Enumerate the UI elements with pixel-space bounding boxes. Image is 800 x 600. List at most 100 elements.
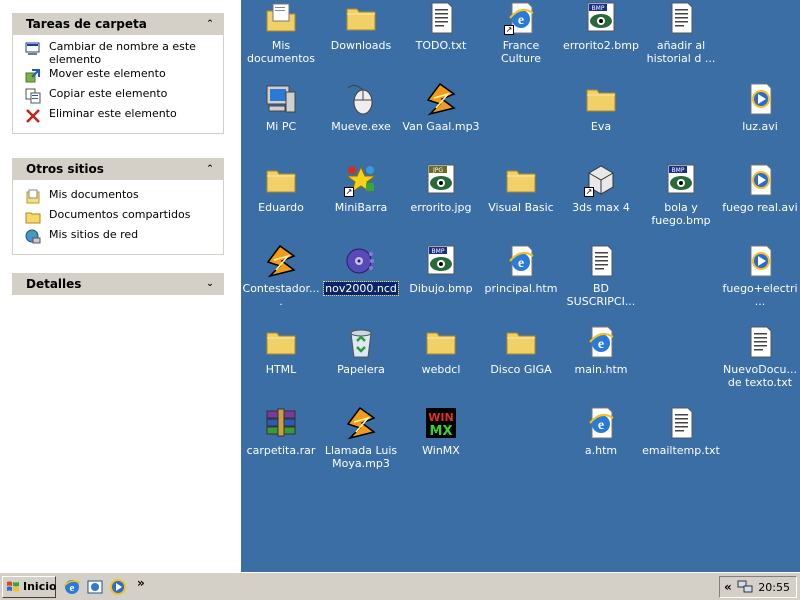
mouse-exe-icon xyxy=(344,82,378,116)
desktop-icon[interactable]: BMP bola y fuego.bmp xyxy=(641,163,721,227)
media-player-icon[interactable] xyxy=(109,578,127,596)
place-shared-documents[interactable]: Documentos compartidos xyxy=(13,208,223,228)
desktop-icon[interactable]: nov2000.ncd xyxy=(321,244,401,296)
desktop-icon[interactable]: Eva xyxy=(561,82,641,133)
text-file-icon xyxy=(743,325,777,359)
folder-icon xyxy=(504,163,538,197)
desktop-icon-label: errorito2.bmp xyxy=(563,39,639,52)
desktop-icon[interactable]: luz.avi xyxy=(720,82,800,133)
other-places-header[interactable]: Otros sitios ⌃ xyxy=(12,158,224,180)
details-header[interactable]: Detalles ⌄ xyxy=(12,273,224,295)
desktop-icon[interactable]: WIN MX WinMX xyxy=(401,406,481,457)
desktop-icon[interactable]: JPG errorito.jpg xyxy=(401,163,481,214)
task-delete[interactable]: Eliminar este elemento xyxy=(13,107,223,127)
details-panel: Detalles ⌄ xyxy=(12,273,224,295)
desktop-icon-label: luz.avi xyxy=(742,120,778,133)
desktop-icon[interactable]: fuego+electri... xyxy=(720,244,800,308)
collapse-icon[interactable]: ⌃ xyxy=(204,163,216,175)
desktop-icon-label: NuevoDocu... de texto.txt xyxy=(723,363,797,389)
desktop-icon-label: emailtemp.txt xyxy=(642,444,720,457)
desktop-icon[interactable]: e main.htm xyxy=(561,325,641,376)
desktop-icon[interactable]: Downloads xyxy=(321,1,401,52)
svg-text:e: e xyxy=(70,582,75,594)
task-pane: Tareas de carpeta ⌃ Cambiar de nombre a … xyxy=(0,0,241,572)
html-file-icon: e ↗ xyxy=(504,1,538,35)
desktop-icon[interactable]: Eduardo xyxy=(241,163,321,214)
winamp-file-icon xyxy=(344,406,378,440)
desktop-icon[interactable]: NuevoDocu... de texto.txt xyxy=(720,325,800,389)
desktop-icon-label: carpetita.rar xyxy=(246,444,316,457)
system-tray: « 20:55 xyxy=(719,576,797,598)
folder-tasks-header[interactable]: Tareas de carpeta ⌃ xyxy=(12,13,224,35)
winmx-icon: WIN MX xyxy=(424,406,458,440)
desktop-icon[interactable]: Visual Basic xyxy=(481,163,561,214)
task-rename-label: Cambiar de nombre a este elemento xyxy=(49,40,196,66)
video-file-icon xyxy=(743,244,777,278)
ie-icon[interactable]: e xyxy=(63,578,81,596)
my-documents-icon xyxy=(26,189,40,204)
desktop-icon-label: principal.htm xyxy=(484,282,558,295)
desktop-icon[interactable]: HTML xyxy=(241,325,321,376)
desktop-icon-label: main.htm xyxy=(574,363,628,376)
winamp-file-icon xyxy=(424,82,458,116)
desktop-icon[interactable]: TODO.txt xyxy=(401,1,481,52)
desktop-icon[interactable]: BD SUSCRIPCI... xyxy=(561,244,641,308)
place-network[interactable]: Mis sitios de red xyxy=(13,228,223,248)
expand-icon[interactable]: ⌄ xyxy=(204,278,216,290)
desktop-icon[interactable]: fuego real.avi xyxy=(720,163,800,214)
desktop-icon[interactable]: BMP errorito2.bmp xyxy=(561,1,641,52)
folder-tasks-list: Cambiar de nombre a este elemento Mover … xyxy=(12,35,224,134)
desktop-icon-label: WinMX xyxy=(422,444,460,457)
desktop-icon[interactable]: Llamada Luis Moya.mp3 xyxy=(321,406,401,470)
desktop-icon-label: Downloads xyxy=(330,39,392,52)
taskbar: Inicio e » « 20:55 xyxy=(0,572,800,600)
task-copy[interactable]: Copiar este elemento xyxy=(13,87,223,107)
desktop-icon[interactable]: Mi PC xyxy=(241,82,321,133)
svg-text:JPG: JPG xyxy=(432,167,443,174)
desktop-icon[interactable]: Papelera xyxy=(321,325,401,376)
bitmap-file-icon: BMP xyxy=(584,1,618,35)
svg-text:WIN: WIN xyxy=(428,411,453,424)
bitmap-file-icon: BMP xyxy=(664,163,698,197)
quick-launch-overflow[interactable]: » xyxy=(137,576,145,590)
desktop-icon[interactable]: e principal.htm xyxy=(481,244,561,295)
desktop-icon[interactable]: añadir al historial d ... xyxy=(641,1,721,65)
desktop-icon[interactable]: carpetita.rar xyxy=(241,406,321,457)
nero-cd-icon xyxy=(344,244,378,278)
desktop-icon[interactable]: Contestador.... xyxy=(241,244,321,308)
desktop-icon[interactable]: Mueve.exe xyxy=(321,82,401,133)
desktop-icon[interactable]: e a.htm xyxy=(561,406,641,457)
desktop-icon-label: Mis documentos xyxy=(247,39,315,65)
text-file-icon xyxy=(584,244,618,278)
desktop-icon[interactable]: emailtemp.txt xyxy=(641,406,721,457)
move-icon xyxy=(25,69,40,83)
svg-text:e: e xyxy=(598,337,604,352)
html-file-icon: e xyxy=(584,325,618,359)
bitmap-file-icon: BMP xyxy=(424,244,458,278)
recycle-bin-icon xyxy=(344,325,378,359)
desktop-icon[interactable]: BMP Dibujo.bmp xyxy=(401,244,481,295)
other-places-title: Otros sitios xyxy=(26,162,104,176)
desktop-icon-label: Visual Basic xyxy=(488,201,554,214)
desktop-icon[interactable]: webdcl xyxy=(401,325,481,376)
svg-text:BMP: BMP xyxy=(432,248,445,255)
tray-expand-button[interactable]: « xyxy=(724,580,732,594)
desktop-icon[interactable]: Disco GIGA xyxy=(481,325,561,376)
shortcut-arrow-icon: ↗ xyxy=(504,25,514,35)
desktop-icon-label: Mi PC xyxy=(265,120,297,133)
desktop-icon-label: Contestador.... xyxy=(242,282,320,308)
desktop-icon[interactable]: ↗ 3ds max 4 xyxy=(561,163,641,214)
task-move[interactable]: Mover este elemento xyxy=(13,67,223,87)
desktop-icon[interactable]: ↗ MiniBarra xyxy=(321,163,401,214)
outlook-icon[interactable] xyxy=(86,578,104,596)
desktop-icon[interactable]: e ↗ France Culture xyxy=(481,1,561,65)
desktop-icon[interactable]: Van Gaal.mp3 xyxy=(401,82,481,133)
my-computer-icon xyxy=(264,82,298,116)
network-icon[interactable] xyxy=(737,580,753,594)
place-my-documents[interactable]: Mis documentos xyxy=(13,188,223,208)
task-rename[interactable]: Cambiar de nombre a este elemento xyxy=(13,40,223,67)
start-button[interactable]: Inicio xyxy=(2,576,57,598)
collapse-icon[interactable]: ⌃ xyxy=(204,18,216,30)
desktop-icon-label: HTML xyxy=(265,363,297,376)
desktop-icon[interactable]: Mis documentos xyxy=(241,1,321,65)
